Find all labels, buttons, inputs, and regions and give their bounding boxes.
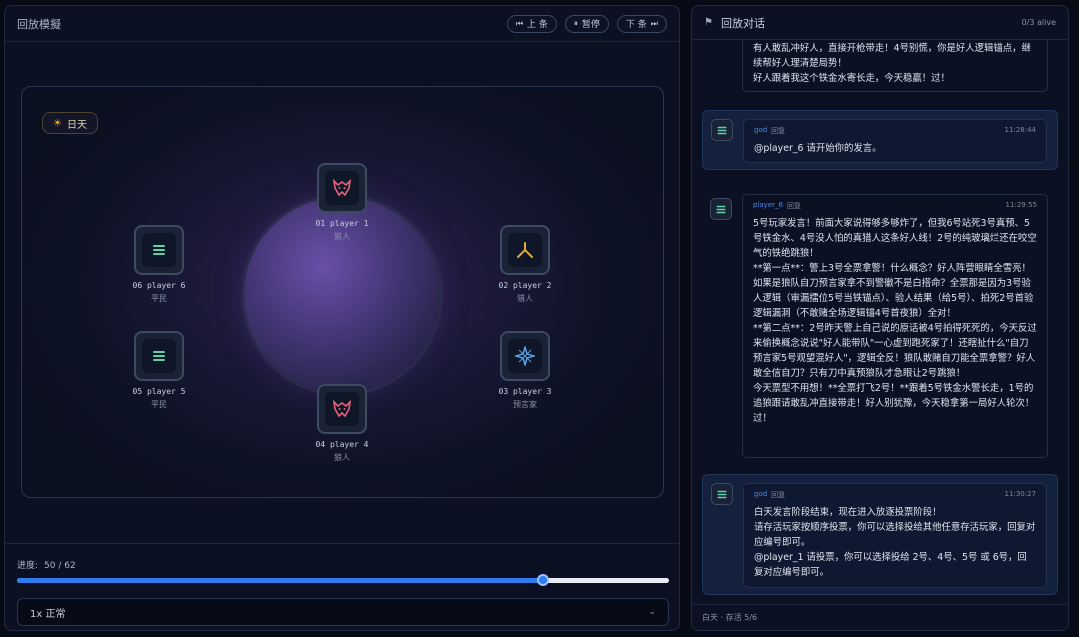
seer-icon [515, 346, 535, 366]
chat-footer: 白天 · 存活 5/6 [692, 604, 1068, 630]
seat-player-4[interactable]: 04 player 4 狼人 [292, 384, 392, 463]
speed-select[interactable]: 1x 正常 ⌄ [17, 598, 669, 626]
chat-message: god 回复 11:28:44 @player_6 请开始你的发言。 [702, 110, 1058, 170]
phase-badge: ☀ 日天 [42, 112, 98, 134]
wolf-icon [332, 400, 352, 418]
avatar [711, 119, 733, 141]
chat-message: god 回复 11:30:27 白天发言阶段结束，现在进入放逐投票阶段！ 请存活玩家… [702, 474, 1058, 595]
pause-icon: ⏸ [573, 18, 578, 28]
stage-area: ☀ 日天 01 player 1 狼人 02 player 2 猎人 03 pl… [5, 43, 679, 543]
villager-icon [153, 351, 165, 361]
villager-icon [717, 490, 727, 498]
seat-player-1[interactable]: 01 player 1 狼人 [292, 163, 392, 242]
wolf-icon [332, 179, 352, 197]
chat-message: player_6 回复 11:29:55 5号玩家发言！前面大家说得够多够炸了，但我… [702, 190, 1058, 460]
progress-fill [17, 578, 543, 583]
chat-message: 有人敢乱冲好人，直接开枪带走！4号别慌，你是好人逻辑锚点，继续帮好人理清楚局势！… [702, 40, 1058, 92]
avatar [710, 198, 732, 220]
villager-icon [717, 126, 727, 134]
hunter-icon [517, 242, 533, 258]
alive-count: 0/3 alive [1021, 18, 1056, 27]
replay-title: 回放模擬 [17, 17, 61, 31]
seat-player-5[interactable]: 05 player 5 平民 [109, 331, 209, 410]
chat-panel: ⚑ 回放对话 0/3 alive 有人敢乱冲好人，直接开枪带走！4号别慌，你是好… [691, 5, 1069, 631]
chat-list[interactable]: 有人敢乱冲好人，直接开枪带走！4号别慌，你是好人逻辑锚点，继续帮好人理清楚局势！… [692, 40, 1068, 606]
seat-player-2[interactable]: 02 player 2 猎人 [475, 225, 575, 304]
next-icon: ⏭ [650, 18, 658, 28]
progress-label: 进度: 50 / 62 [17, 561, 76, 571]
villager-icon [716, 205, 726, 213]
seat-player-6[interactable]: 06 player 6 平民 [109, 225, 209, 304]
game-stage: ☀ 日天 01 player 1 狼人 02 player 2 猎人 03 pl… [21, 86, 664, 498]
prev-icon: ⏮ [515, 18, 524, 28]
chat-header: ⚑ 回放对话 0/3 alive [692, 6, 1068, 40]
next-button[interactable]: 下 条 ⏭ [616, 14, 667, 33]
prev-button[interactable]: ⏮ 上 条 [506, 14, 557, 33]
avatar [711, 483, 733, 505]
sun-icon: ☀ [53, 117, 62, 129]
progress-thumb[interactable] [536, 574, 549, 586]
replay-panel: 回放模擬 ⏮ 上 条 ⏸ 暂停 下 条 ⏭ ☀ 日天 01 player 1 狼人 [4, 5, 680, 631]
app-root: 回放模擬 ⏮ 上 条 ⏸ 暂停 下 条 ⏭ ☀ 日天 01 player 1 狼人 [0, 0, 1079, 637]
progress-slider[interactable] [17, 574, 669, 586]
chat-title: 回放对话 [720, 16, 765, 30]
seat-player-3[interactable]: 03 player 3 预言家 [475, 331, 575, 410]
flag-icon: ⚑ [704, 17, 713, 28]
chevron-down-icon: ⌄ [648, 607, 656, 617]
villager-icon [153, 245, 165, 255]
progress-area: 进度: 50 / 62 1x 正常 ⌄ [5, 543, 679, 630]
replay-header: 回放模擬 ⏮ 上 条 ⏸ 暂停 下 条 ⏭ [5, 6, 679, 42]
pause-button[interactable]: ⏸ 暂停 [564, 14, 609, 33]
progress-value: 50 / 62 [44, 561, 76, 571]
